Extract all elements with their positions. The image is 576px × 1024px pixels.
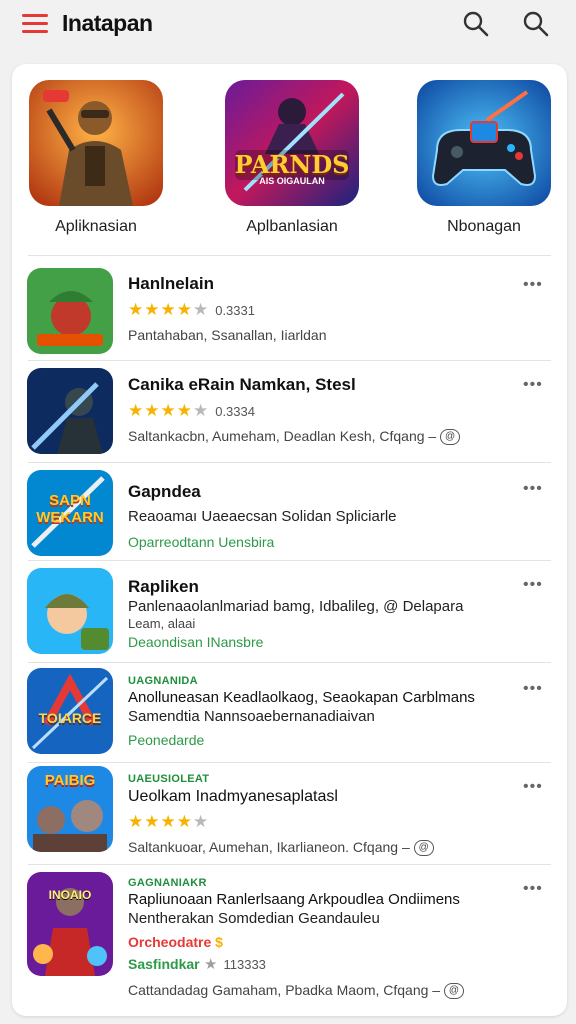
app-promo-label: Orcheodatre $ bbox=[128, 932, 511, 952]
game-icon-green-hat bbox=[27, 268, 113, 354]
divider bbox=[28, 762, 551, 763]
app-title: Rapliunoaan Ranlerlsaang Arkpoudlea Ondi… bbox=[128, 891, 460, 908]
game-icon-inoaio: INOAIO bbox=[27, 872, 113, 976]
game-icon-sapn: SAPN WEKARN bbox=[27, 470, 113, 556]
app-meta: Saltankuoar, Aumehan, Ikarlianeon. Cfqan… bbox=[128, 837, 511, 857]
category-tag: UAGNANIDA bbox=[128, 675, 198, 687]
search-icon-secondary[interactable] bbox=[522, 10, 550, 38]
coin-icon: $ bbox=[215, 934, 223, 950]
rating-row: ★★★★★ bbox=[128, 812, 511, 832]
rating-value: 0.3334 bbox=[215, 404, 255, 419]
app-meta-secondary: Leam, alaai bbox=[128, 616, 196, 631]
divider bbox=[28, 864, 551, 865]
app-title: Hanlnelain bbox=[128, 274, 214, 293]
featured-app-label: Apliknasian bbox=[55, 218, 137, 235]
game-icon-soldier bbox=[29, 80, 163, 206]
app-promo-text: Orcheodatre bbox=[128, 934, 212, 950]
app-title: Rapliken bbox=[128, 577, 199, 596]
app-meta: Panlenaaolanlmariad bamg, Idbalileg, @ D… bbox=[128, 598, 464, 615]
app-meta-text: Saltankuoar, Aumehan, Ikarlianeon. Cfqan… bbox=[128, 839, 410, 855]
game-icon-paibig: PAIBIG bbox=[27, 766, 113, 852]
app-status: Deaondisan INansbre bbox=[128, 634, 264, 650]
app-meta: Pantahaban, Ssanallan, Iiarldan bbox=[128, 327, 327, 343]
app-meta-text: Cattandadag Gamaham, Pbadka Maom, Cfqang… bbox=[128, 982, 441, 998]
list-item[interactable]: Rapliken Panlenaaolanlmariad bamg, Idbal… bbox=[12, 562, 567, 662]
age-rating-icon: @ bbox=[440, 429, 461, 446]
star-rating-icon: ★★★★★ bbox=[128, 812, 210, 831]
app-meta: Nentherakan Somdedian Geandauleu bbox=[128, 910, 380, 927]
star-rating-icon: ★★★★★ bbox=[128, 401, 210, 420]
app-status: Peonedarde bbox=[128, 732, 205, 748]
rating-row: ★★★★★ 0.3334 bbox=[128, 401, 511, 421]
app-meta: Samendtia Nannsoaebernanadiaivan bbox=[128, 708, 375, 725]
app-list-card: Apliknasian PARNDS AIS OIGAULAN Aplbanla… bbox=[12, 64, 567, 1016]
game-icon-title: PARNDS bbox=[234, 150, 350, 179]
featured-app-1[interactable]: Apliknasian bbox=[26, 80, 166, 236]
category-tag: GAGNANIAKR bbox=[128, 877, 207, 889]
star-rating-icon: ★★★★★ bbox=[128, 300, 210, 319]
app-title: Inatapan bbox=[62, 10, 153, 36]
more-options-icon[interactable]: ••• bbox=[523, 376, 549, 393]
divider bbox=[28, 360, 551, 361]
game-icon-controller bbox=[417, 80, 551, 206]
app-meta: Reaoamaı Uaeaecsan Solidan Spliciarle bbox=[128, 508, 397, 525]
divider bbox=[28, 662, 551, 663]
rating-row: Sasfindkar ★ 113333 bbox=[128, 954, 511, 974]
featured-app-label: Nbonagan bbox=[447, 218, 521, 235]
featured-app-2[interactable]: PARNDS AIS OIGAULAN Aplbanlasian bbox=[222, 80, 362, 236]
game-icon-title: SAPN WEKARN bbox=[36, 492, 104, 526]
top-app-bar: Inatapan bbox=[0, 0, 576, 56]
age-rating-icon: @ bbox=[413, 840, 434, 857]
list-item[interactable]: Hanlnelain ★★★★★ 0.3331 Pantahaban, Ssana… bbox=[12, 264, 567, 360]
list-item[interactable]: INOAIO GAGNANIAKR Rapliunoaan Ranlerlsaa… bbox=[12, 866, 567, 1014]
more-options-icon[interactable]: ••• bbox=[523, 778, 549, 795]
app-status: Oparreodtann Uensbira bbox=[128, 534, 275, 550]
more-options-icon[interactable]: ••• bbox=[523, 276, 549, 293]
rating-value: 0.3331 bbox=[215, 303, 255, 318]
rating-value: 113333 bbox=[223, 957, 266, 972]
more-options-icon[interactable]: ••• bbox=[523, 576, 549, 593]
app-status: Sasfindkar bbox=[128, 956, 200, 972]
app-title: Canika eRain Namkan, Stesl bbox=[128, 375, 356, 394]
app-meta: Saltankacbn, Aumeham, Deadlan Kesh, Cfqa… bbox=[128, 426, 511, 446]
list-item[interactable]: SAPN WEKARN Gapndea Reaoamaı Uaeaecsan S… bbox=[12, 464, 567, 560]
featured-app-3[interactable]: Nbonagan bbox=[414, 80, 554, 236]
game-icon-title: PAIBIG bbox=[44, 772, 96, 789]
app-title: Anolluneasan Keadlaolkaog, Seaokapan Car… bbox=[128, 689, 475, 706]
game-icon-cartoon-soldier bbox=[27, 568, 113, 654]
rating-row: ★★★★★ 0.3331 bbox=[128, 300, 511, 320]
game-icon-parnds: PARNDS AIS OIGAULAN bbox=[225, 80, 359, 206]
divider bbox=[28, 560, 551, 561]
list-item[interactable]: PAIBIG UAEUSIOLEAT Ueolkam Inadmyanesapl… bbox=[12, 764, 567, 864]
featured-app-label: Aplbanlasian bbox=[246, 218, 338, 235]
list-item[interactable]: Canika eRain Namkan, Stesl ★★★★★ 0.3334 S… bbox=[12, 362, 567, 462]
game-icon-title: TOIARCE bbox=[38, 710, 102, 726]
game-icon-title: INOAIO bbox=[48, 888, 92, 902]
game-icon-subtitle: AIS OIGAULAN bbox=[259, 176, 325, 186]
app-title: Ueolkam Inadmyanesaplatasl bbox=[128, 788, 338, 805]
divider bbox=[28, 255, 551, 256]
app-meta-text: Saltankacbn, Aumeham, Deadlan Kesh, Cfqa… bbox=[128, 428, 437, 444]
game-icon-toiarce: TOIARCE bbox=[27, 668, 113, 754]
game-icon-sword-knight bbox=[27, 368, 113, 454]
star-icon: ★ bbox=[204, 956, 218, 973]
age-rating-icon: @ bbox=[443, 983, 464, 1000]
more-options-icon[interactable]: ••• bbox=[523, 880, 549, 897]
list-item[interactable]: TOIARCE UAGNANIDA Anolluneasan Keadlaolk… bbox=[12, 664, 567, 762]
app-meta-secondary: Cattandadag Gamaham, Pbadka Maom, Cfqang… bbox=[128, 980, 511, 1000]
menu-icon[interactable] bbox=[22, 12, 50, 36]
app-title: Gapndea bbox=[128, 482, 201, 501]
search-icon[interactable] bbox=[462, 10, 490, 38]
more-options-icon[interactable]: ••• bbox=[523, 680, 549, 697]
category-tag: UAEUSIOLEAT bbox=[128, 773, 210, 785]
divider bbox=[28, 462, 551, 463]
more-options-icon[interactable]: ••• bbox=[523, 480, 549, 497]
